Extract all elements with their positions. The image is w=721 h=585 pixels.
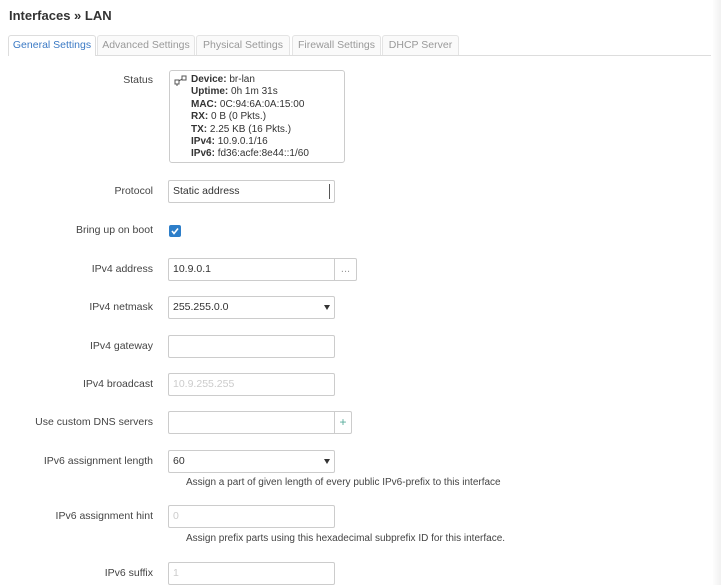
ipv4-address-label: IPv4 address	[91, 263, 153, 275]
ipv6-suffix-input[interactable]: 1	[168, 562, 335, 585]
network-bridge-icon	[174, 75, 187, 86]
tab-firewall-settings[interactable]: Firewall Settings	[292, 35, 381, 55]
scrollbar-track[interactable]	[713, 0, 721, 585]
ipv6-length-label: IPv6 assignment length	[43, 455, 153, 467]
ipv4-gateway-input[interactable]	[168, 335, 335, 358]
ipv4-netmask-label: IPv4 netmask	[89, 301, 153, 313]
status-ipv6: IPv6: fd36:acfe:8e44::1/60	[191, 148, 309, 160]
status-rx: RX: 0 B (0 Pkts.)	[191, 111, 267, 123]
tab-physical-settings[interactable]: Physical Settings	[196, 35, 290, 55]
status-uptime: Uptime: 0h 1m 31s	[191, 86, 278, 98]
ipv4-address-more-button[interactable]: ...	[335, 258, 357, 281]
tab-dhcp-server[interactable]: DHCP Server	[382, 35, 459, 55]
status-ipv4: IPv4: 10.9.0.1/16	[191, 136, 268, 148]
chevron-down-icon	[324, 305, 330, 310]
select-scroll-icon	[329, 184, 333, 199]
dns-add-button[interactable]: +	[335, 411, 352, 434]
dns-input[interactable]	[168, 411, 335, 434]
tab-bar: General Settings Advanced Settings Physi…	[8, 35, 711, 56]
page-title: Interfaces » LAN	[9, 8, 112, 23]
chevron-down-icon	[324, 459, 330, 464]
ipv4-netmask-select[interactable]: 255.255.0.0	[168, 296, 335, 319]
boot-checkbox[interactable]	[169, 225, 181, 237]
ipv4-address-input[interactable]: 10.9.0.1	[168, 258, 335, 281]
ipv6-length-select[interactable]: 60	[168, 450, 335, 473]
status-box: Device: br-lan Uptime: 0h 1m 31s MAC: 0C…	[169, 70, 345, 163]
ipv6-hint-input[interactable]: 0	[168, 505, 335, 528]
ipv6-hint-help: Assign prefix parts using this hexadecim…	[186, 533, 506, 544]
ipv6-length-help: Assign a part of given length of every p…	[186, 477, 501, 488]
status-mac: MAC: 0C:94:6A:0A:15:00	[191, 98, 305, 110]
dns-label: Use custom DNS servers	[35, 416, 153, 428]
status-label: Status	[123, 74, 153, 86]
boot-label: Bring up on boot	[75, 224, 153, 236]
status-device: Device: br-lan	[191, 74, 255, 85]
ipv6-suffix-label: IPv6 suffix	[104, 567, 153, 579]
ipv4-broadcast-input[interactable]: 10.9.255.255	[168, 373, 335, 396]
protocol-select[interactable]: Static address	[168, 180, 335, 203]
protocol-label: Protocol	[114, 185, 153, 197]
ipv4-broadcast-label: IPv4 broadcast	[82, 378, 153, 390]
tab-advanced-settings[interactable]: Advanced Settings	[97, 35, 195, 55]
check-icon	[171, 228, 179, 235]
ipv6-hint-label: IPv6 assignment hint	[55, 510, 153, 522]
ipv4-gateway-label: IPv4 gateway	[89, 340, 153, 352]
tab-general-settings[interactable]: General Settings	[8, 35, 96, 56]
status-tx: TX: 2.25 KB (16 Pkts.)	[191, 123, 292, 135]
protocol-value: Static address	[173, 185, 240, 197]
